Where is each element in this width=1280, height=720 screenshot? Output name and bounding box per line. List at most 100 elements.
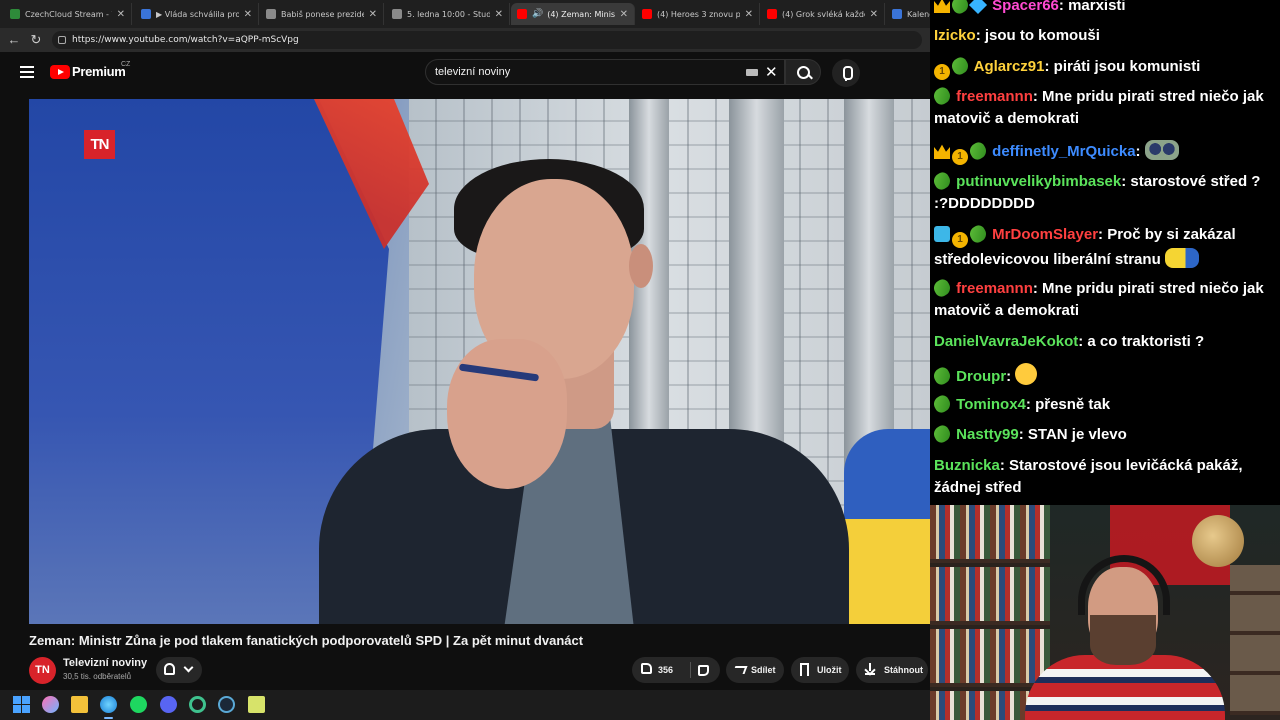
search-box[interactable]: televizní noviny ✕ xyxy=(425,59,785,85)
discord-icon[interactable] xyxy=(160,696,177,713)
tab-close-icon[interactable]: ✕ xyxy=(745,9,753,20)
tab-favicon-icon xyxy=(141,9,151,19)
share-icon xyxy=(732,666,748,674)
youtube-favicon-icon xyxy=(517,9,527,19)
tab-close-icon[interactable]: ✕ xyxy=(870,9,878,20)
app-icon[interactable] xyxy=(189,696,206,713)
pickle-badge-icon xyxy=(931,85,953,107)
tab-close-icon[interactable]: ✕ xyxy=(244,9,252,20)
url-field[interactable]: https://www.youtube.com/watch?v=aQPP-mSc… xyxy=(52,31,922,49)
address-bar: ← ↻ https://www.youtube.com/watch?v=aQPP… xyxy=(0,28,930,52)
search-button[interactable] xyxy=(785,59,821,85)
chat-username[interactable]: DanielVavraJeKokot xyxy=(934,333,1078,350)
chat-text: marxisti xyxy=(1068,0,1126,14)
browser-tab[interactable]: (4) Heroes 3 znovu přek ✕ xyxy=(636,3,760,25)
chat-username[interactable]: putinuvvelikybimbasek xyxy=(956,173,1121,190)
live-chat: Spacer66: marxisti Izicko: jsou to komou… xyxy=(930,0,1280,505)
bookmark-icon xyxy=(800,663,809,676)
video-player[interactable]: TN xyxy=(29,99,930,624)
pickle-badge-icon xyxy=(931,277,953,299)
chevron-down-icon xyxy=(183,662,194,673)
chat-username[interactable]: Tominox4 xyxy=(956,396,1026,413)
clear-search-icon[interactable]: ✕ xyxy=(765,63,778,81)
crown-badge-icon xyxy=(934,0,950,13)
back-arrow-icon[interactable]: ← xyxy=(6,32,22,48)
notepad-icon[interactable] xyxy=(248,696,265,713)
chat-username[interactable]: Izicko xyxy=(934,27,976,44)
tab-close-icon[interactable]: ✕ xyxy=(117,9,125,20)
chat-username[interactable]: Nastty99 xyxy=(956,426,1019,443)
chat-message: freemannn: Mne pridu pirati stred niečo … xyxy=(931,85,1276,130)
dislike-icon[interactable] xyxy=(698,665,709,676)
region-code: CZ xyxy=(121,61,131,68)
browser-tab-active[interactable]: 🔊 (4) Zeman: Ministr Z ✕ xyxy=(511,3,635,25)
coin-badge-icon: 1 xyxy=(952,149,968,165)
browser-tab[interactable]: CzechCloud Stream - Wa ✕ xyxy=(4,3,132,25)
windows-start-icon[interactable] xyxy=(13,696,30,713)
keyboard-icon[interactable] xyxy=(746,69,758,76)
tab-close-icon[interactable]: ✕ xyxy=(369,9,377,20)
download-label: Stáhnout xyxy=(884,665,923,675)
coin-badge-icon: 1 xyxy=(952,232,968,248)
tab-close-icon[interactable]: ✕ xyxy=(620,9,628,20)
file-explorer-icon[interactable] xyxy=(71,696,88,713)
coin-badge-icon: 1 xyxy=(934,64,950,80)
menu-icon[interactable] xyxy=(20,66,34,78)
chat-username[interactable]: MrDoomSlayer xyxy=(992,226,1098,243)
chat-username[interactable]: freemannn xyxy=(956,88,1033,105)
chat-username[interactable]: Aglarcz91 xyxy=(974,58,1045,75)
pickle-badge-icon xyxy=(967,223,989,245)
youtube-premium-label[interactable]: Premium xyxy=(72,64,126,79)
tab-favicon-icon xyxy=(266,9,276,19)
tab-title: Kalend xyxy=(907,9,930,19)
share-button[interactable]: Sdílet xyxy=(726,657,784,683)
divider xyxy=(690,662,691,678)
like-icon[interactable] xyxy=(641,663,652,674)
tab-title: (4) Grok svléká každého, xyxy=(782,9,865,19)
download-icon xyxy=(865,663,875,675)
speaker-icon[interactable]: 🔊 xyxy=(532,9,543,19)
chat-text: přesně tak xyxy=(1035,396,1111,413)
notifications-button[interactable] xyxy=(156,657,202,683)
search-input[interactable]: televizní noviny xyxy=(435,66,510,78)
pickle-badge-icon xyxy=(931,423,953,445)
chat-text: piráti jsou komunisti xyxy=(1053,58,1201,75)
streamer-beard xyxy=(1090,615,1156,665)
like-count[interactable]: 356 xyxy=(658,657,673,683)
browser-tab[interactable]: 5. ledna 10:00 - Studio C ✕ xyxy=(386,3,510,25)
minion-emote xyxy=(1164,248,1199,268)
chat-username[interactable]: Buznicka xyxy=(934,457,1000,474)
tab-close-icon[interactable]: ✕ xyxy=(495,9,503,20)
spotify-icon[interactable] xyxy=(130,696,147,713)
steam-icon[interactable] xyxy=(218,696,235,713)
channel-avatar[interactable]: TN xyxy=(29,657,56,684)
channel-name[interactable]: Televizní noviny xyxy=(63,657,147,669)
presenter-hand xyxy=(447,339,567,489)
chat-username[interactable]: deffinetly_MrQuicka xyxy=(992,143,1135,160)
pickle-badge-icon xyxy=(931,170,953,192)
bell-icon xyxy=(164,663,175,675)
microphone-icon[interactable] xyxy=(832,59,860,87)
download-button[interactable]: Stáhnout xyxy=(856,657,928,683)
youtube-logo-icon[interactable] xyxy=(50,65,70,79)
youtube-header: Premium CZ televizní noviny ✕ xyxy=(0,52,930,94)
edge-browser-icon[interactable] xyxy=(100,696,117,719)
chat-username[interactable]: Droupr xyxy=(956,368,1006,385)
site-info-icon[interactable] xyxy=(58,36,66,44)
chat-text: a co traktoristi ? xyxy=(1087,333,1205,350)
reload-icon[interactable]: ↻ xyxy=(28,32,44,48)
save-button[interactable]: Uložit xyxy=(791,657,849,683)
chat-username[interactable]: Spacer66 xyxy=(992,0,1059,14)
subscriber-count: 30,5 tis. odběratelů xyxy=(63,672,132,681)
chat-message: Droupr: xyxy=(931,363,1276,388)
browser-tab[interactable]: ▶ Vláda schválila progra ✕ xyxy=(135,3,259,25)
tn-logo: TN xyxy=(84,130,115,159)
browser-tab[interactable]: Kalend xyxy=(886,3,930,25)
chat-text: STAN je vlevo xyxy=(1027,426,1127,443)
chat-username[interactable]: freemannn xyxy=(956,280,1033,297)
pickle-badge-icon xyxy=(931,393,953,415)
pickle-badge-icon xyxy=(949,55,971,77)
browser-tab[interactable]: (4) Grok svléká každého, ✕ xyxy=(761,3,885,25)
copilot-icon[interactable] xyxy=(42,696,59,713)
browser-tab[interactable]: Babiš ponese prezidento ✕ xyxy=(260,3,384,25)
